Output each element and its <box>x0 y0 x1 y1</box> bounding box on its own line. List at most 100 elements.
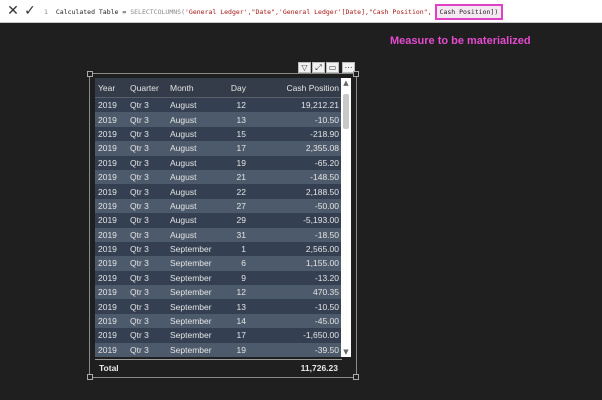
table-row[interactable]: 2019 Qtr 3 August 12 19,212.21 <box>95 97 342 113</box>
table-total-row: Total 11,726.23 <box>95 359 342 376</box>
formula-input[interactable]: 1 Calculated Table = SELECTCOLUMNS('Gene… <box>44 4 504 20</box>
table-row[interactable]: 2019 Qtr 3 August 13 -10.50 <box>95 112 342 127</box>
formula-prefix: Calculated Table = <box>55 8 131 16</box>
table-row[interactable]: 2019 Qtr 3 August 22 2,188.50 <box>95 184 342 199</box>
cell-quarter: Qtr 3 <box>127 184 167 199</box>
scroll-up-icon[interactable]: ▲ <box>341 78 351 88</box>
cell-quarter: Qtr 3 <box>127 198 167 214</box>
table-row[interactable]: 2019 Qtr 3 September 17 -1,650.00 <box>95 328 342 343</box>
resize-handle[interactable] <box>353 374 359 380</box>
cell-quarter: Qtr 3 <box>127 256 167 271</box>
column-header-day[interactable]: Day <box>223 78 249 98</box>
formula-args: 'General Ledger',"Date",'General Ledger'… <box>185 8 432 16</box>
cell-cash-position: 2,355.08 <box>249 141 342 156</box>
cell-cash-position: -10.50 <box>249 112 342 127</box>
check-icon[interactable]: ✓ <box>22 3 38 19</box>
cell-day: 19 <box>223 342 249 358</box>
table-row[interactable]: 2019 Qtr 3 September 13 -10.50 <box>95 299 342 314</box>
cell-cash-position: -218.90 <box>249 126 342 142</box>
cell-quarter: Qtr 3 <box>127 141 167 156</box>
formula-bar: ✕ ✓ 1 Calculated Table = SELECTCOLUMNS('… <box>0 0 602 23</box>
table-row[interactable]: 2019 Qtr 3 September 12 470.35 <box>95 285 342 300</box>
resize-handle[interactable] <box>87 374 93 380</box>
cell-year: 2019 <box>95 227 127 242</box>
cell-month: September <box>167 328 223 343</box>
cell-quarter: Qtr 3 <box>127 342 167 358</box>
copy-visual-icon[interactable]: ▭ <box>326 62 339 73</box>
highlighted-measure: Cash Position]) <box>434 4 504 20</box>
cell-year: 2019 <box>95 97 127 113</box>
cell-day: 29 <box>223 213 249 228</box>
cell-quarter: Qtr 3 <box>127 112 167 127</box>
cell-month: August <box>167 169 223 185</box>
table-row[interactable]: 2019 Qtr 3 August 31 -18.50 <box>95 227 342 242</box>
table-row[interactable]: 2019 Qtr 3 September 14 -45.00 <box>95 313 342 329</box>
column-header-month[interactable]: Month <box>167 78 223 98</box>
cell-month: September <box>167 256 223 271</box>
scroll-down-icon[interactable]: ▼ <box>341 347 351 357</box>
cell-quarter: Qtr 3 <box>127 241 167 257</box>
cell-month: August <box>167 184 223 199</box>
column-header-cash-position[interactable]: Cash Position <box>249 78 342 98</box>
cell-month: September <box>167 270 223 286</box>
table-row[interactable]: 2019 Qtr 3 September 19 -39.50 <box>95 342 342 358</box>
cell-month: August <box>167 112 223 127</box>
cell-year: 2019 <box>95 342 127 358</box>
table-row[interactable]: 2019 Qtr 3 September 9 -13.20 <box>95 270 342 286</box>
scroll-thumb[interactable] <box>343 94 349 129</box>
cell-cash-position: 19,212.21 <box>249 97 342 113</box>
close-icon[interactable]: ✕ <box>5 3 21 19</box>
cell-cash-position: -65.20 <box>249 155 342 170</box>
cell-year: 2019 <box>95 126 127 142</box>
cell-year: 2019 <box>95 169 127 185</box>
data-table: Year Quarter Month Day Cash Position 201… <box>95 78 342 358</box>
table-row[interactable]: 2019 Qtr 3 August 21 -148.50 <box>95 169 342 185</box>
cell-month: August <box>167 141 223 156</box>
cell-quarter: Qtr 3 <box>127 126 167 142</box>
cell-day: 21 <box>223 169 249 185</box>
cell-month: September <box>167 342 223 358</box>
cell-year: 2019 <box>95 270 127 286</box>
focus-mode-icon[interactable]: ⤢ <box>312 62 325 73</box>
cell-cash-position: 2,565.00 <box>249 241 342 257</box>
cell-month: August <box>167 155 223 170</box>
column-header-year[interactable]: Year <box>95 78 127 98</box>
cell-year: 2019 <box>95 141 127 156</box>
table-visual[interactable]: Year Quarter Month Day Cash Position 201… <box>87 71 359 380</box>
vertical-scrollbar[interactable]: ▲ ▼ <box>341 78 351 357</box>
cell-quarter: Qtr 3 <box>127 155 167 170</box>
cell-cash-position: -1,650.00 <box>249 328 342 343</box>
table-row[interactable]: 2019 Qtr 3 August 15 -218.90 <box>95 126 342 142</box>
resize-handle[interactable] <box>353 71 359 77</box>
table-row[interactable]: 2019 Qtr 3 August 27 -50.00 <box>95 198 342 214</box>
cell-year: 2019 <box>95 155 127 170</box>
annotation-callout: Measure to be materialized <box>390 35 531 47</box>
table-row[interactable]: 2019 Qtr 3 September 6 1,155.00 <box>95 256 342 271</box>
cell-day: 14 <box>223 313 249 329</box>
cell-month: September <box>167 313 223 329</box>
line-number: 1 <box>44 8 48 16</box>
table-row[interactable]: 2019 Qtr 3 August 29 -5,193.00 <box>95 213 342 228</box>
cell-month: September <box>167 299 223 314</box>
cell-day: 12 <box>223 97 249 113</box>
resize-handle[interactable] <box>87 71 93 77</box>
filter-icon[interactable]: ▽ <box>298 62 311 73</box>
cell-year: 2019 <box>95 313 127 329</box>
cell-quarter: Qtr 3 <box>127 97 167 113</box>
table-row[interactable]: 2019 Qtr 3 August 19 -65.20 <box>95 155 342 170</box>
column-header-quarter[interactable]: Quarter <box>127 78 167 98</box>
cell-day: 27 <box>223 198 249 214</box>
cell-month: August <box>167 198 223 214</box>
cell-day: 1 <box>223 241 249 257</box>
cell-month: August <box>167 126 223 142</box>
total-value: 11,726.23 <box>300 363 338 373</box>
cell-month: August <box>167 213 223 228</box>
cell-year: 2019 <box>95 184 127 199</box>
table-row[interactable]: 2019 Qtr 3 September 1 2,565.00 <box>95 241 342 257</box>
table-row[interactable]: 2019 Qtr 3 August 17 2,355.08 <box>95 141 342 156</box>
cell-cash-position: 1,155.00 <box>249 256 342 271</box>
cell-day: 19 <box>223 155 249 170</box>
cell-quarter: Qtr 3 <box>127 270 167 286</box>
cell-month: September <box>167 285 223 300</box>
cell-month: August <box>167 227 223 242</box>
